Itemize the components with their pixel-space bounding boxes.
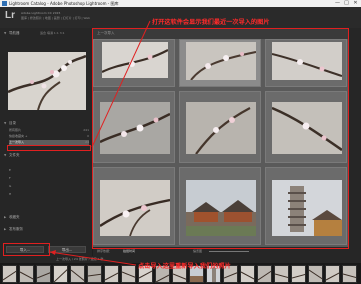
- annotation-arrows: [49, 20, 151, 266]
